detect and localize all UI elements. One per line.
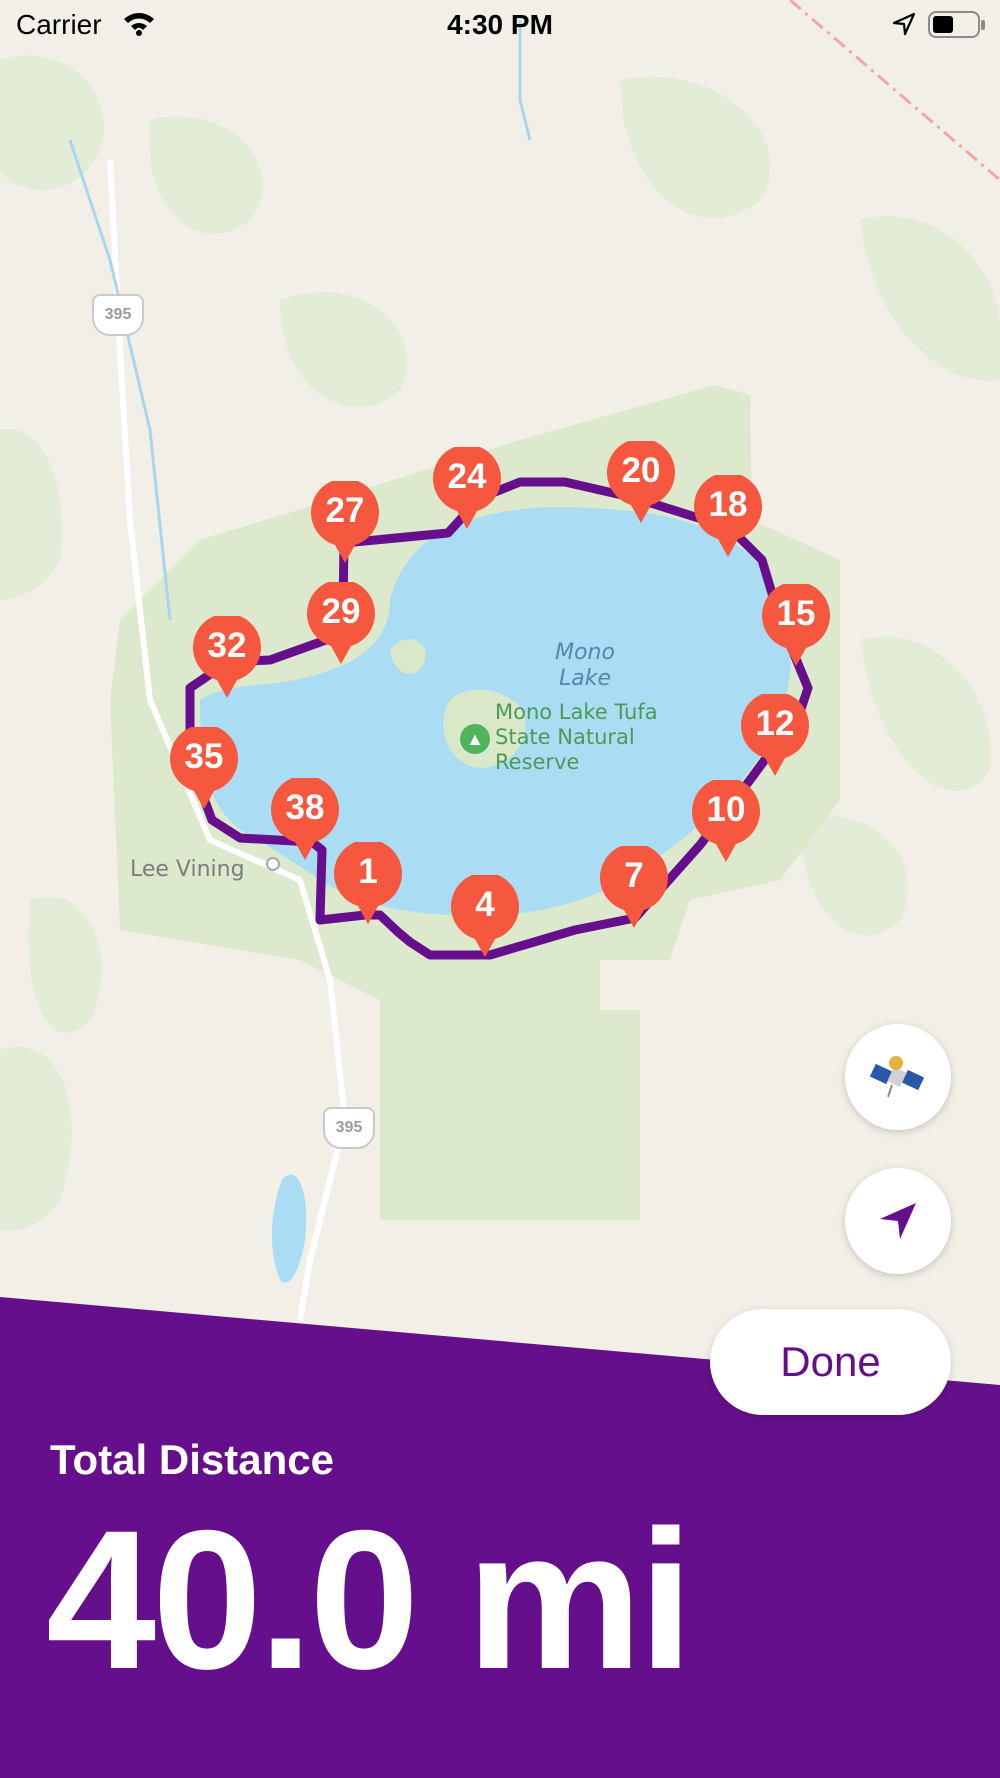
- waypoint-pin-32[interactable]: 32: [193, 616, 261, 700]
- status-bar: Carrier 4:30 PM: [0, 0, 1000, 50]
- waypoint-pin-label: 10: [706, 790, 746, 829]
- waypoint-pin-18[interactable]: 18: [694, 475, 762, 559]
- waypoint-pin-10[interactable]: 10: [692, 780, 760, 864]
- total-distance-label: Total Distance: [50, 1436, 334, 1483]
- waypoint-pin-label: 20: [621, 451, 661, 490]
- park-label-line: Mono Lake Tufa: [495, 700, 658, 724]
- lake-label-line: Lake: [558, 666, 611, 691]
- highway-shield: 395: [92, 294, 144, 336]
- waypoint-pin-label: 18: [708, 485, 748, 524]
- total-distance-value: 40.0 mi: [46, 1489, 693, 1710]
- lake-label-line: Mono: [555, 640, 615, 665]
- current-location-button[interactable]: [845, 1168, 951, 1274]
- waypoint-pin-label: 32: [207, 626, 247, 665]
- waypoint-pin-7[interactable]: 7: [600, 846, 668, 930]
- park-label[interactable]: Mono Lake Tufa State Natural Reserve: [495, 700, 695, 775]
- waypoint-pin-1[interactable]: 1: [334, 842, 402, 926]
- waypoint-pin-27[interactable]: 27: [311, 481, 379, 565]
- waypoint-pin-label: 7: [624, 856, 644, 895]
- town-label[interactable]: Lee Vining: [130, 857, 245, 882]
- waypoint-pin-label: 4: [475, 885, 495, 924]
- highway-shield: 395: [323, 1107, 375, 1149]
- waypoint-pin-38[interactable]: 38: [271, 778, 339, 862]
- tree-icon: ▲: [460, 724, 490, 754]
- waypoint-pin-label: 27: [325, 491, 365, 530]
- waypoint-pin-label: 38: [285, 788, 325, 827]
- waypoint-pin-12[interactable]: 12: [741, 694, 809, 778]
- done-button[interactable]: Done: [710, 1309, 951, 1415]
- waypoint-pin-4[interactable]: 4: [451, 875, 519, 959]
- park-label-line: State Natural: [495, 725, 635, 749]
- location-arrow-icon: [880, 1203, 916, 1239]
- waypoint-pin-label: 15: [776, 594, 816, 633]
- waypoint-pin-24[interactable]: 24: [433, 447, 501, 531]
- waypoint-pin-label: 12: [755, 704, 795, 743]
- waypoint-pin-label: 24: [447, 457, 487, 496]
- location-services-icon: [892, 12, 916, 36]
- waypoint-pin-15[interactable]: 15: [762, 584, 830, 668]
- clock: 4:30 PM: [447, 9, 553, 40]
- waypoint-pin-label: 35: [184, 737, 224, 776]
- battery-icon: [928, 11, 985, 38]
- waypoint-pin-20[interactable]: 20: [607, 441, 675, 525]
- lake-label: Mono Lake: [510, 640, 660, 692]
- waypoint-pin-35[interactable]: 35: [170, 727, 238, 811]
- waypoint-pin-29[interactable]: 29: [307, 582, 375, 666]
- waypoint-pin-label: 1: [358, 852, 378, 891]
- satellite-icon: [869, 1056, 925, 1098]
- satellite-button[interactable]: [845, 1024, 951, 1130]
- waypoint-pin-label: 29: [321, 592, 361, 631]
- park-label-line: Reserve: [495, 750, 580, 774]
